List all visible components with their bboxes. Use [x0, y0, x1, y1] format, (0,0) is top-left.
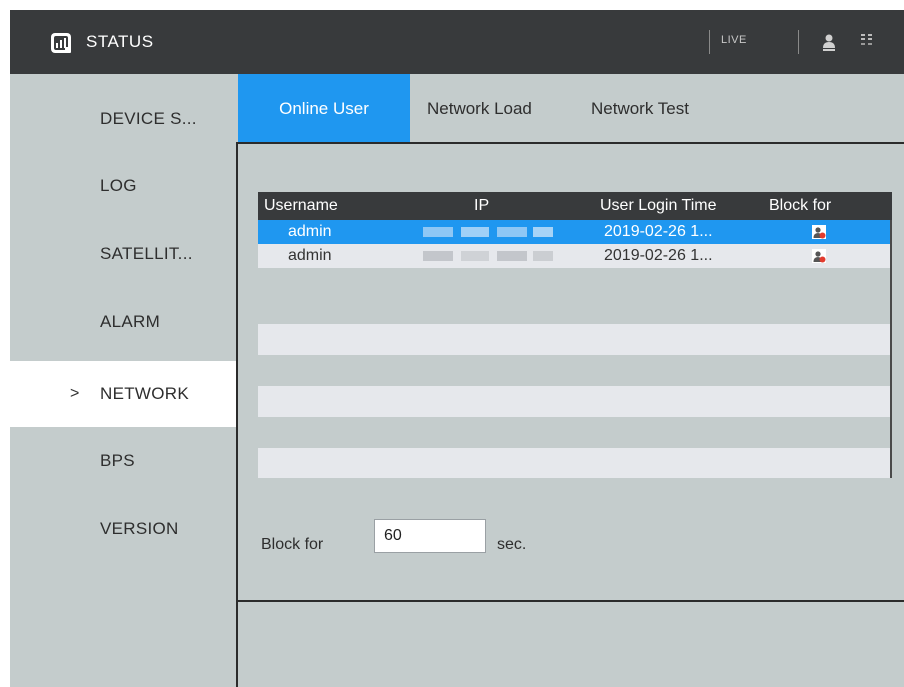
empty-row [258, 324, 890, 355]
sidebar-item-label: BPS [100, 451, 135, 470]
sidebar-item-log[interactable]: LOG [10, 153, 236, 219]
block-for-label: Block for [261, 536, 324, 553]
empty-row [258, 386, 890, 417]
column-header-block-for[interactable]: Block for [769, 192, 831, 220]
live-button[interactable]: LIVE [721, 34, 747, 46]
sidebar-item-satellite[interactable]: SATELLIT... [10, 221, 236, 287]
sidebar-item-label: NETWORK [100, 384, 189, 403]
online-user-table: Username IP User Login Time Block for ad… [258, 192, 892, 478]
column-header-ip[interactable]: IP [474, 192, 489, 220]
sidebar-item-label: SATELLIT... [100, 244, 193, 263]
column-header-login-time[interactable]: User Login Time [600, 192, 717, 220]
sidebar-item-alarm[interactable]: ALARM [10, 289, 236, 355]
ip-cell-redacted [423, 227, 553, 237]
block-duration-input[interactable]: 60 [374, 519, 486, 553]
login-time-cell: 2019-02-26 1... [604, 223, 713, 240]
ip-cell-redacted [423, 251, 553, 261]
sidebar-item-label: VERSION [100, 519, 179, 538]
column-header-username[interactable]: Username [264, 192, 338, 220]
tab-network-test[interactable]: Network Test [591, 74, 689, 143]
title-bar: STATUS LIVE [10, 10, 904, 74]
tab-network-load[interactable]: Network Load [427, 74, 532, 143]
login-time-cell: 2019-02-26 1... [604, 247, 713, 264]
empty-row [258, 448, 890, 478]
block-user-icon[interactable] [812, 249, 826, 263]
block-user-icon[interactable] [812, 225, 826, 239]
sidebar-item-network[interactable]: > NETWORK [10, 361, 236, 427]
table-header: Username IP User Login Time Block for [258, 192, 892, 220]
page-title: STATUS [86, 32, 154, 51]
tab-online-user[interactable]: Online User [238, 74, 410, 143]
separator [709, 30, 710, 54]
app-window: STATUS LIVE DEVICE S... LOG SATELLIT... [10, 10, 904, 687]
username-cell: admin [288, 223, 332, 240]
sidebar-item-device-status[interactable]: DEVICE S... [10, 86, 236, 152]
panel-divider [238, 600, 904, 602]
table-row[interactable]: admin 2019-02-26 1... [258, 244, 890, 268]
status-logo-icon [51, 33, 71, 53]
sidebar-item-version[interactable]: VERSION [10, 496, 236, 562]
username-cell: admin [288, 247, 332, 264]
sidebar-item-bps[interactable]: BPS [10, 428, 236, 494]
chevron-right-icon: > [70, 385, 80, 402]
seconds-unit-label: sec. [497, 536, 527, 553]
sidebar-item-label: LOG [100, 176, 137, 195]
user-icon[interactable] [822, 33, 836, 51]
sidebar: DEVICE S... LOG SATELLIT... ALARM > NETW… [10, 74, 236, 687]
grid-icon[interactable] [860, 32, 874, 50]
separator [798, 30, 799, 54]
table-row[interactable]: admin 2019-02-26 1... [258, 220, 890, 244]
sidebar-item-label: DEVICE S... [100, 109, 197, 128]
sidebar-item-label: ALARM [100, 312, 161, 331]
